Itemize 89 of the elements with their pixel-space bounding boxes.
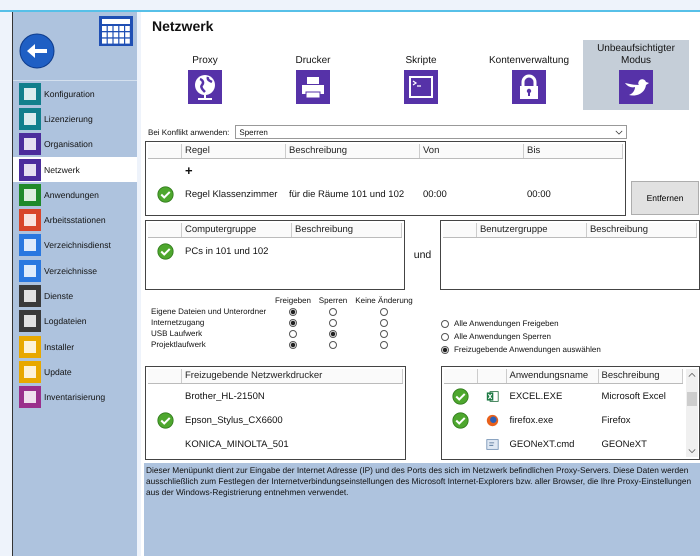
- sidebar-item[interactable]: Verzeichnisdienst: [13, 232, 137, 258]
- sidebar-item[interactable]: Logdateien: [13, 308, 137, 334]
- column-header[interactable]: Computergruppe: [182, 223, 292, 237]
- tool-tile[interactable]: Skripte: [367, 46, 475, 110]
- sidebar-item[interactable]: Konfiguration: [13, 81, 137, 106]
- bird-icon: [619, 70, 653, 104]
- radio-button[interactable]: [441, 320, 449, 328]
- back-arrow-button[interactable]: [19, 33, 55, 69]
- table-cell-text: EXCEL.EXE: [508, 390, 564, 402]
- sidebar-item[interactable]: Netzwerk: [13, 156, 137, 182]
- radio-label: Alle Anwendungen Sperren: [454, 332, 551, 341]
- globe-icon: [188, 70, 222, 104]
- radio-button[interactable]: [329, 340, 337, 348]
- table-cell-text: Firefox: [600, 414, 632, 426]
- column-header[interactable]: Von: [420, 144, 524, 158]
- radio-button[interactable]: [289, 318, 297, 326]
- sidebar-item[interactable]: Lizenzierung: [13, 106, 137, 132]
- column-header[interactable]: Bis: [524, 144, 623, 158]
- table-cell-text: Microsoft Excel: [600, 390, 667, 402]
- scroll-down-icon[interactable]: [688, 448, 696, 454]
- scrollbar[interactable]: [686, 369, 698, 457]
- page-title: Netzwerk: [152, 18, 214, 34]
- table-cell-text: GEONeXT.cmd: [508, 438, 576, 450]
- column-header[interactable]: Benutzergruppe: [476, 223, 587, 237]
- column-label: Freigeben: [274, 296, 312, 305]
- permission-label: Projektlaufwerk: [151, 340, 207, 349]
- table-cell-text: für die Räume 101 und 102: [288, 188, 406, 200]
- conflict-label: Bei Konflikt anwenden:: [148, 128, 230, 136]
- terminal-icon: [404, 70, 438, 104]
- sidebar-item[interactable]: Installer: [13, 334, 137, 360]
- tool-tile[interactable]: Kontenverwaltung: [475, 46, 583, 110]
- radio-button[interactable]: [441, 346, 449, 354]
- column-header[interactable]: Anwendungsname: [506, 369, 598, 383]
- column-header[interactable]: Beschreibung: [598, 369, 683, 383]
- radio-label: Alle Anwendungen Freigeben: [454, 319, 559, 328]
- radio-button[interactable]: [441, 332, 449, 340]
- sidebar-item[interactable]: Anwendungen: [13, 182, 137, 208]
- radio-button[interactable]: [380, 340, 388, 348]
- permission-label: USB Laufwerk: [151, 329, 204, 338]
- tool-tile[interactable]: Drucker: [259, 46, 367, 110]
- column-label: Keine Änderung: [354, 296, 414, 305]
- conflict-dropdown[interactable]: Sperren: [235, 125, 628, 139]
- sidebar-item[interactable]: Dienste: [13, 283, 137, 309]
- table-cell-text: KONICA_MINOLTA_501: [184, 438, 290, 450]
- tool-tile[interactable]: Unbeaufsichtigter Modus: [583, 40, 689, 110]
- radio-button[interactable]: [380, 318, 388, 326]
- radio-button[interactable]: [380, 308, 388, 316]
- permission-label: Eigene Dateien und Unterordner: [151, 307, 268, 316]
- lock-icon: [512, 70, 546, 104]
- calendar-icon[interactable]: [99, 16, 133, 46]
- conjunction-label: und: [412, 248, 432, 263]
- radio-button[interactable]: [329, 318, 337, 326]
- radio-button[interactable]: [289, 330, 297, 338]
- column-header[interactable]: Regel: [182, 144, 286, 158]
- column-header[interactable]: Beschreibung: [286, 144, 420, 158]
- sidebar-item[interactable]: Verzeichnisse: [13, 258, 137, 284]
- spreadsheet-icon: [486, 390, 498, 402]
- table-cell-text: Epson_Stylus_CX6600: [184, 414, 284, 426]
- column-label: Sperren: [318, 296, 348, 305]
- sidebar-item[interactable]: Organisation: [13, 132, 137, 157]
- table-cell-text: 00:00: [422, 188, 448, 200]
- column-header[interactable]: Beschreibung: [586, 223, 697, 237]
- table-cell-text: PCs in 101 und 102: [184, 246, 270, 256]
- radio-button[interactable]: [329, 330, 337, 338]
- table-cell-text: 00:00: [526, 188, 552, 200]
- help-text: Dieser Menüpunkt dient zur Eingabe der Internet Adresse (IP) und des Ports des sich im Netzwerk befindlichen Proxy-Servers. Diese Daten werden ausschließlich zum Festlegen der Internetverbindungseinstellungen des Microsoft Internet-Explorers bzw. aller Browser, die Ihre Proxy-Einstellungen aus der Windows-Registrierung entnehmen verwendet.: [144, 463, 700, 556]
- radio-button[interactable]: [329, 308, 337, 316]
- sidebar-item[interactable]: Inventarisierung: [13, 384, 137, 410]
- permission-label: Internetzugang: [151, 318, 206, 327]
- add-rule-button[interactable]: +: [185, 162, 193, 178]
- printer-icon: [296, 70, 330, 104]
- remove-button[interactable]: Entfernen: [631, 181, 699, 215]
- scroll-thumb[interactable]: [687, 392, 697, 406]
- sidebar-item[interactable]: Arbeitsstationen: [13, 207, 137, 233]
- table-cell-text: Regel Klassenzimmer: [184, 188, 278, 200]
- radio-button[interactable]: [380, 330, 388, 338]
- caret-icon: [615, 130, 624, 134]
- sidebar-item[interactable]: Update: [13, 359, 137, 385]
- radio-button[interactable]: [289, 308, 297, 316]
- radio-button[interactable]: [289, 340, 297, 348]
- globe-icon: [486, 414, 498, 426]
- column-header[interactable]: Beschreibung: [292, 223, 402, 237]
- table-cell-text: Brother_HL-2150N: [184, 390, 266, 402]
- document-icon: [486, 438, 498, 450]
- tool-tile[interactable]: Proxy: [151, 46, 259, 110]
- scroll-up-icon[interactable]: [688, 372, 696, 378]
- table-cell-text: firefox.exe: [508, 414, 554, 426]
- table-cell-text: GEONeXT: [600, 438, 648, 450]
- radio-label: Freizugebende Anwendungen auswählen: [454, 345, 601, 354]
